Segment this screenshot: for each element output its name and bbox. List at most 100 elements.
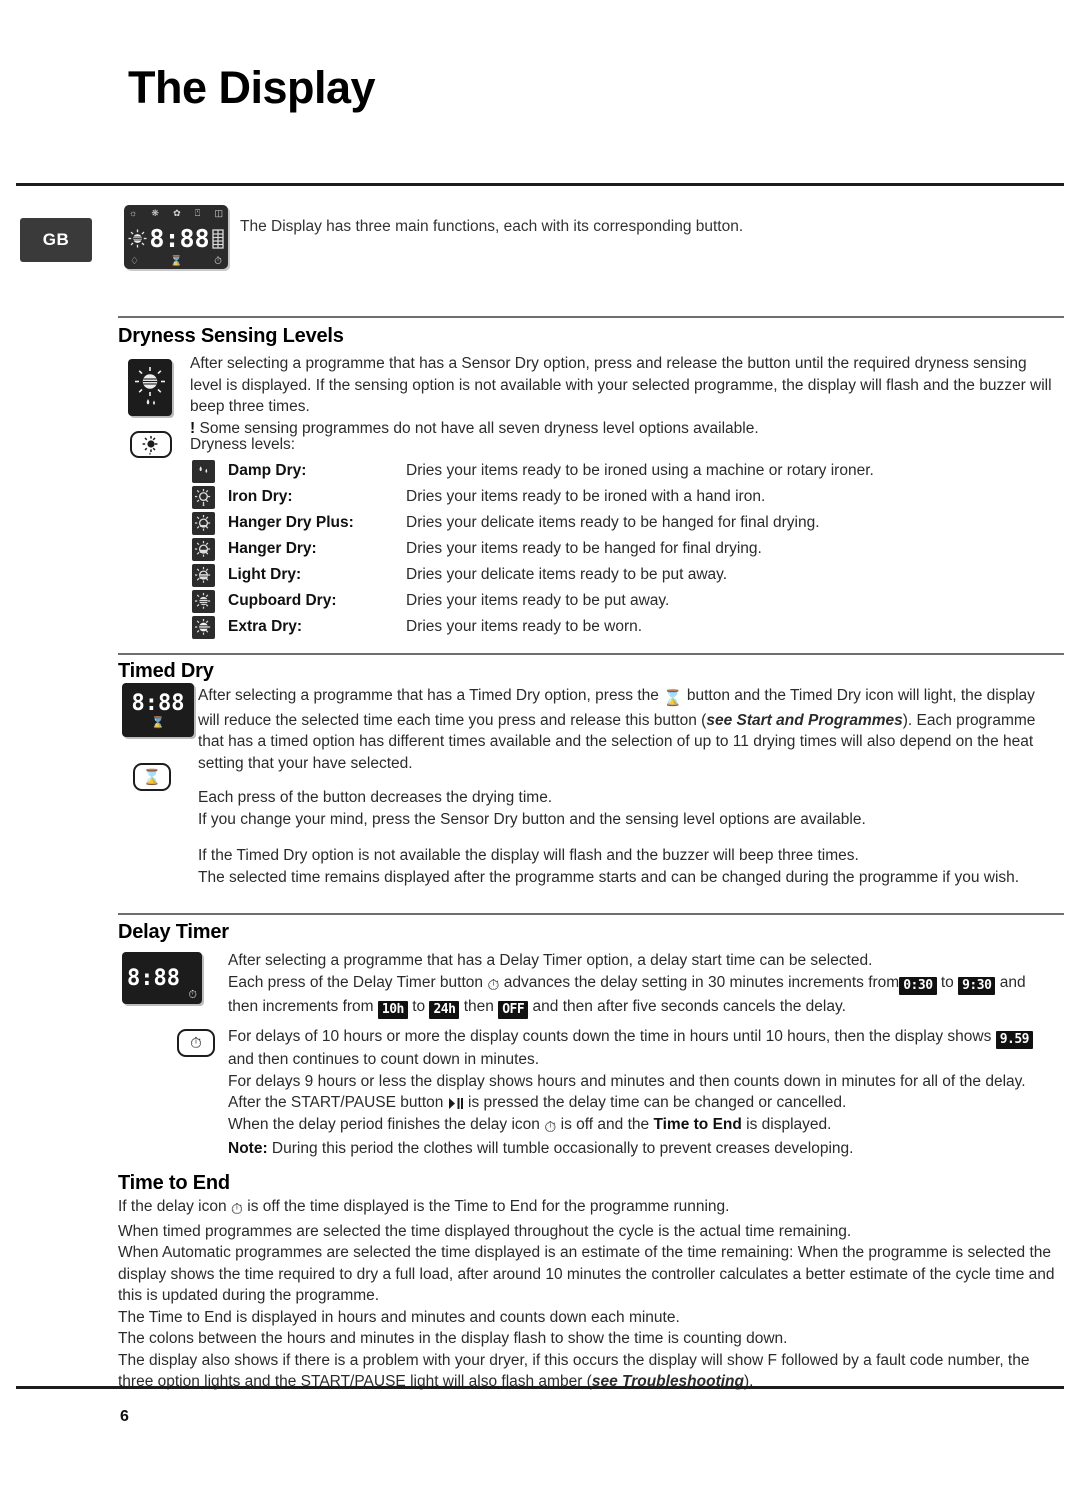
fan-icon: ❋: [151, 208, 159, 218]
leaf-icon: ✿: [173, 208, 181, 218]
delay-clock-icon: ⏱: [544, 1118, 557, 1136]
page-title: The Display: [128, 62, 376, 113]
delay-timer-paragraph-block-1: After selecting a programme that has a D…: [228, 950, 1058, 1019]
sun-button-icon: [142, 435, 158, 455]
iron-dry-icon: [192, 485, 215, 509]
header-divider: [16, 183, 1064, 186]
timed-dry-p4: If the Timed Dry option is not available…: [198, 847, 859, 864]
lcd-badge-0-30: 0:30: [899, 976, 937, 995]
timed-dry-paragraph-2: Each press of the button decreases the d…: [198, 787, 1054, 830]
tte-p5: The colons between the hours and minutes…: [118, 1330, 788, 1347]
time-to-end-bold: Time to End: [653, 1115, 742, 1133]
hourglass-icon: ⌛: [142, 768, 162, 786]
display-mid-row: 8:88: [128, 224, 224, 253]
delay-p5-a: After the START/PAUSE button: [228, 1094, 444, 1111]
list-item: Light Dry: Dries your delicate items rea…: [192, 562, 1052, 588]
tte-p6-a: The display also shows if there is a pro…: [118, 1351, 1030, 1391]
intro-text: The Display has three main functions, ea…: [240, 218, 744, 235]
delay-p2-b: advances the delay setting in 30 minutes…: [503, 973, 900, 991]
manual-page: The Display GB ☼ ❋ ✿ ⍞ ◫ 8:88 ♢ ⌛ ⏱ The …: [0, 0, 1080, 1503]
tte-p2: When timed programmes are selected the t…: [118, 1222, 852, 1240]
start-pause-icon: [448, 1097, 464, 1110]
delay-p6-a: When the delay period finishes the delay…: [228, 1115, 540, 1133]
display-top-icon-row: ☼ ❋ ✿ ⍞ ◫: [129, 209, 223, 218]
delay-timer-p5: After the START/PAUSE button is pressed …: [228, 1092, 1058, 1114]
level-name: Cupboard Dry:: [228, 592, 337, 609]
delay-p6-c: is displayed.: [746, 1115, 832, 1133]
delay-clock-icon: ⏱: [214, 256, 222, 267]
list-item: Extra Dry: Dries your items ready to be …: [192, 614, 1052, 640]
delay-timer-display-icon: 8:88 ⏱: [122, 952, 202, 1004]
delay-clock-icon: ⏱: [487, 976, 500, 994]
dryness-levels-list: Damp Dry: Dries your items ready to be i…: [192, 458, 1052, 640]
heading-time-to-end: Time to End: [118, 1172, 230, 1194]
level-desc: Dries your delicate items ready to be pu…: [406, 566, 728, 583]
delay-p3-a: For delays of 10 hours or more the displ…: [228, 1028, 992, 1045]
sensor-dry-display-icon: [128, 359, 172, 416]
level-desc: Dries your items ready to be ironed usin…: [406, 462, 874, 479]
lcd-badge-off: OFF: [498, 1001, 529, 1019]
level-desc: Dries your items ready to be worn.: [406, 618, 643, 635]
list-item: Damp Dry: Dries your items ready to be i…: [192, 458, 1052, 484]
lcd-badge-24h: 24h: [429, 1001, 460, 1019]
sun-small-icon: ☼: [129, 208, 138, 218]
page-number: 6: [120, 1408, 129, 1425]
timed-dry-section-divider: [118, 653, 1064, 655]
delay-p5-b: is pressed the delay time can be changed…: [468, 1094, 847, 1111]
delay-timer-p6: When the delay period finishes the delay…: [228, 1114, 1058, 1139]
lcd-badge-9-30: 9:30: [958, 976, 996, 995]
delay-timer-note: Note: During this period the clothes wil…: [228, 1138, 1058, 1160]
delay-timer-button[interactable]: ⏱: [177, 1029, 215, 1057]
timed-dry-p5: The selected time remains displayed afte…: [198, 868, 1020, 886]
timed-dry-paragraph-1: After selecting a programme that has a T…: [198, 685, 1054, 774]
dryness-paragraph-1: After selecting a programme that has a S…: [190, 355, 1052, 415]
list-item: Cupboard Dry: Dries your items ready to …: [192, 588, 1052, 614]
timed-dry-paragraph-3: If the Timed Dry option is not available…: [198, 845, 1054, 888]
level-desc: Dries your items ready to be ironed with…: [406, 488, 766, 505]
tte-p3: When Automatic programmes are selected t…: [118, 1244, 1055, 1304]
locale-badge: GB: [20, 218, 92, 262]
delay-timer-p4: For delays 9 hours or less the display s…: [228, 1072, 1026, 1090]
delay-clock-icon: ⏱: [188, 989, 197, 1001]
level-name: Extra Dry:: [228, 618, 303, 635]
timed-dry-p2: Each press of the button decreases the d…: [198, 789, 553, 806]
display-bottom-icon-row: ♢ ⌛ ⏱: [130, 257, 222, 267]
dryness-section-divider: [118, 316, 1064, 318]
hourglass-icon: ⌛: [170, 256, 183, 267]
sensor-dry-button[interactable]: [130, 431, 172, 458]
dryness-levels-label: Dryness levels:: [190, 436, 296, 453]
heading-delay-timer: Delay Timer: [118, 921, 229, 943]
lcd-badge-9-59: 9.59: [995, 1031, 1033, 1049]
delay-timer-paragraph-block-2: For delays of 10 hours or more the displ…: [228, 1026, 1058, 1160]
timed-dry-p3: If you change your mind, press the Senso…: [198, 810, 866, 828]
delay-p2-e: to: [412, 998, 426, 1015]
timed-dry-button[interactable]: ⌛: [133, 763, 171, 791]
time-to-end-body: If the delay icon ⏱ is off the time disp…: [118, 1196, 1068, 1393]
anti-crease-icon: ⍞: [194, 208, 201, 218]
delay-timer-p3: For delays of 10 hours or more the displ…: [228, 1026, 1058, 1071]
level-name: Iron Dry:: [228, 488, 293, 505]
dryness-paragraph-block: After selecting a programme that has a S…: [190, 353, 1060, 439]
filter-icon: [212, 228, 224, 249]
level-desc: Dries your items ready to be put away.: [406, 592, 670, 609]
lcd-badge-10h: 10h: [377, 1001, 408, 1019]
timed-dry-display-digits: 8:88: [131, 691, 185, 716]
delay-timer-p1: After selecting a programme that has a D…: [228, 952, 873, 969]
level-desc: Dries your delicate items ready to be ha…: [406, 514, 820, 531]
extra-dry-icon: [192, 615, 215, 639]
list-item: Hanger Dry: Dries your items ready to be…: [192, 536, 1052, 562]
delay-timer-display-digits: 8:88: [127, 965, 180, 991]
tte-p1: If the delay icon ⏱ is off the time disp…: [118, 1196, 1068, 1221]
delay-clock-icon: ⏱: [230, 1201, 243, 1218]
damp-dry-icon: [192, 459, 215, 483]
level-name: Damp Dry:: [228, 462, 307, 479]
delay-timer-p2: Each press of the Delay Timer button ⏱ a…: [228, 972, 1058, 1019]
delay-clock-icon: ⏱: [190, 1034, 202, 1052]
display-panel-illustration: ☼ ❋ ✿ ⍞ ◫ 8:88 ♢ ⌛ ⏱: [124, 205, 228, 269]
sun-large-icon: [128, 229, 147, 248]
level-name: Hanger Dry Plus:: [228, 514, 354, 531]
tte-p1-b: is off the time displayed is the Time to…: [247, 1198, 730, 1215]
delay-p6-b: is off and the: [560, 1115, 650, 1133]
delay-p2-a: Each press of the Delay Timer button: [228, 973, 484, 991]
display-digits: 8:88: [149, 224, 210, 253]
